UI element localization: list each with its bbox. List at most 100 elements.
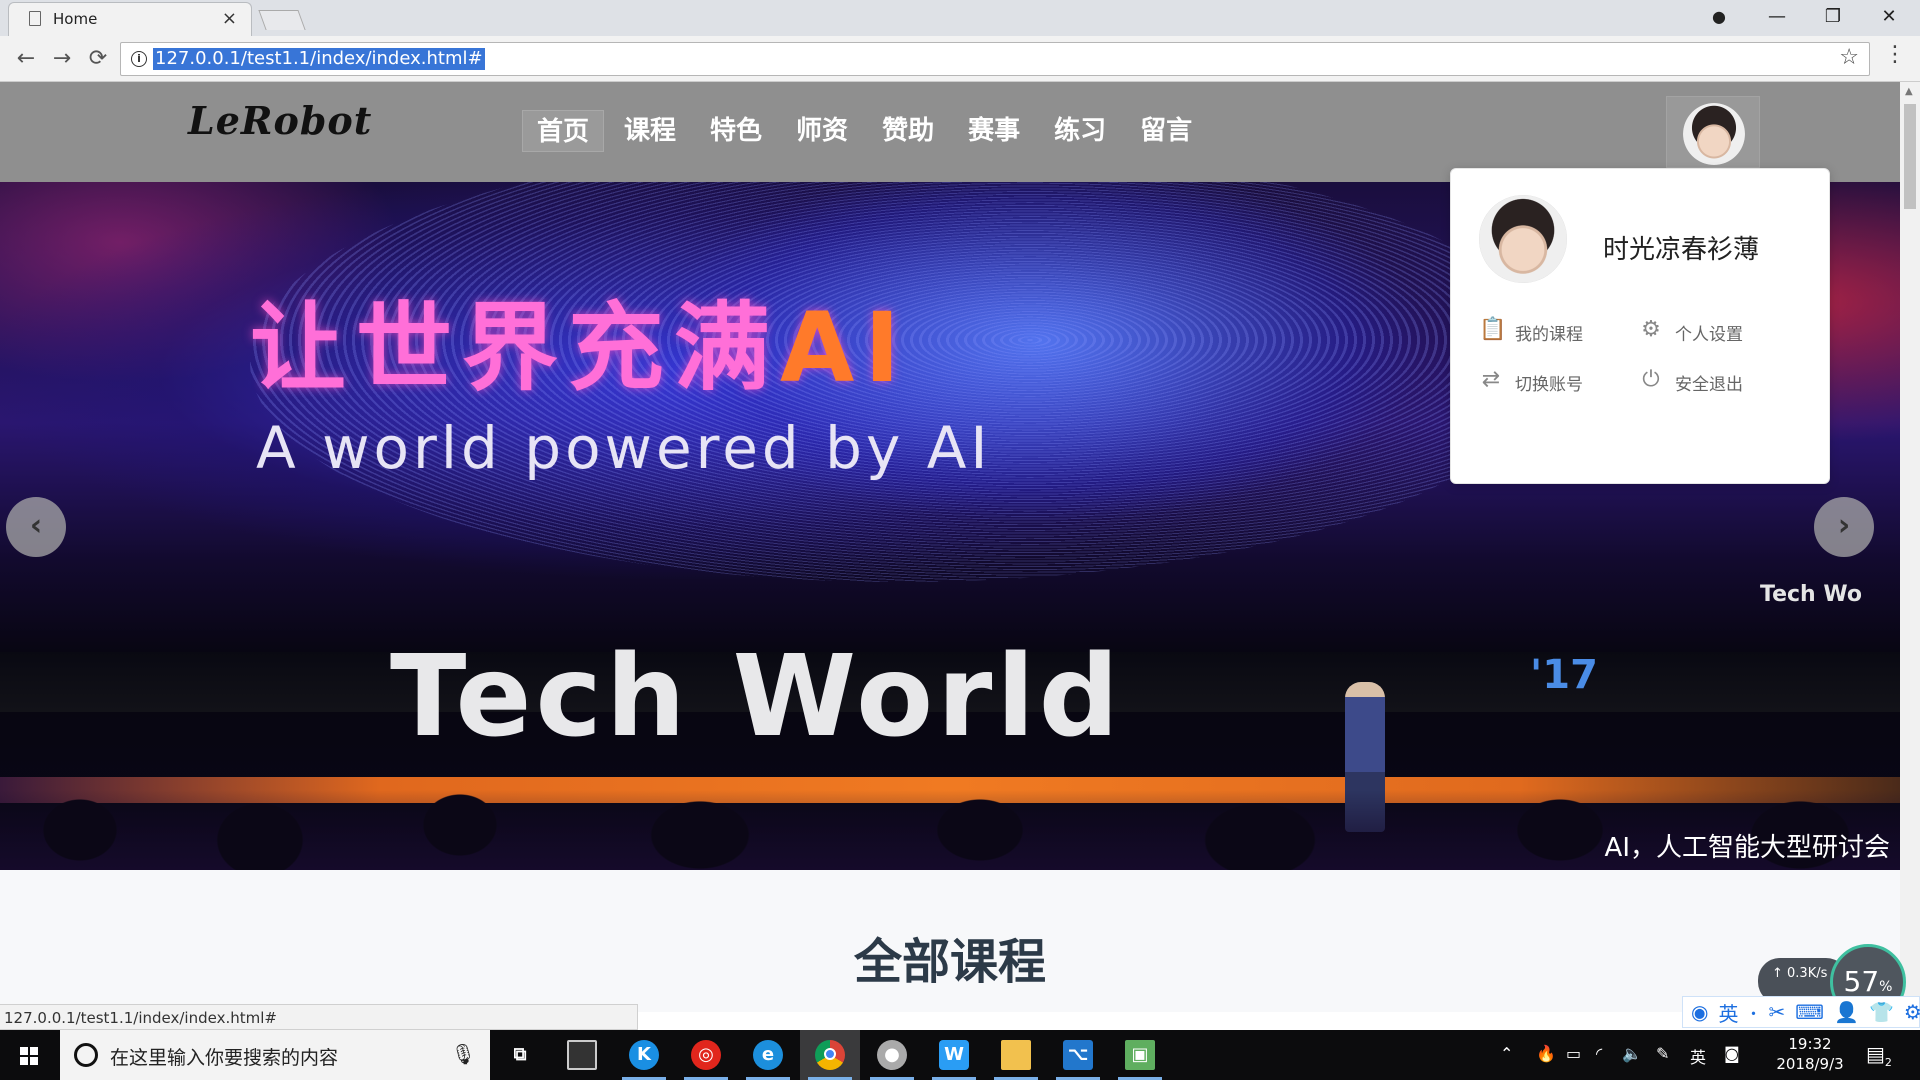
banner-cn-headline-main: 让世界充满 (250, 292, 780, 404)
taskbar-app-vscode[interactable]: ⌥ (1048, 1030, 1108, 1080)
page-scrollbar[interactable]: ▲ (1900, 82, 1920, 1012)
carousel-prev-button[interactable]: ‹ (6, 497, 66, 557)
back-button[interactable]: ← (10, 44, 42, 74)
nav-teachers[interactable]: 师资 (782, 110, 862, 152)
keyboard-icon[interactable]: ⌨ (1795, 1000, 1824, 1024)
menu-settings-label: 个人设置 (1675, 325, 1743, 345)
link-status-bubble: 127.0.0.1/test1.1/index/index.html# (0, 1004, 638, 1030)
taskbar-app-terminal[interactable] (552, 1030, 612, 1080)
gauge-value: 57 (1843, 965, 1880, 998)
browser-tab[interactable]: Home × (8, 2, 252, 36)
restore-button[interactable]: ❐ (1808, 2, 1858, 32)
menu-my-courses[interactable]: 📋 我的课程 (1479, 317, 1629, 347)
address-bar[interactable]: i 127.0.0.1/test1.1/index/index.html# ☆ (120, 42, 1870, 76)
user-avatar-button[interactable] (1666, 96, 1760, 168)
tab-title: Home (53, 10, 98, 28)
windows-taskbar: 在这里输入你要搜索的内容 🎙 ⧉ K ◎ e ● W ⌥ ▣ ⌃ 🔥 ▭ ◜ 🔈… (0, 1030, 1920, 1080)
browser-menu-icon[interactable]: ⋮ (1884, 42, 1906, 67)
tab-close-icon[interactable]: × (222, 8, 237, 29)
banner-stage-year: '17 (1530, 652, 1598, 698)
start-button[interactable] (0, 1030, 60, 1080)
taskbar-search[interactable]: 在这里输入你要搜索的内容 🎙 (60, 1030, 490, 1080)
taskbar-app-remote[interactable]: ▣ (1110, 1030, 1170, 1080)
minimize-button[interactable]: — (1752, 2, 1802, 32)
pen-icon[interactable]: ✎ (1656, 1044, 1669, 1063)
netease-music-icon: ◎ (691, 1040, 721, 1070)
user-icon[interactable]: 👤 (1834, 1000, 1859, 1024)
bookmark-star-icon[interactable]: ☆ (1839, 45, 1859, 70)
nav-practice[interactable]: 练习 (1040, 110, 1120, 152)
tray-expand-icon[interactable]: ⌃ (1500, 1044, 1513, 1063)
battery-icon[interactable]: ▭ (1566, 1044, 1581, 1063)
tray-app-icon[interactable]: 🔥 (1536, 1044, 1556, 1063)
menu-logout-label: 安全退出 (1675, 375, 1743, 395)
gear-icon: ⚙ (1641, 317, 1661, 342)
taskbar-app-chrome[interactable] (800, 1030, 860, 1080)
section-title: 全部课程 (853, 934, 1046, 990)
reload-button[interactable]: ⟳ (82, 44, 114, 74)
ime-lang[interactable]: 英 (1718, 998, 1738, 1027)
close-window-button[interactable]: ✕ (1864, 2, 1914, 32)
taskbar-app-kugou[interactable]: K (614, 1030, 674, 1080)
banner-en-headline: A world powered by AI (256, 414, 992, 482)
nav-courses[interactable]: 课程 (610, 110, 690, 152)
nav-home[interactable]: 首页 (522, 110, 605, 152)
main-nav: 首页 课程 特色 师资 赞助 赛事 练习 留言 (522, 110, 1212, 152)
taskbar-app-editor[interactable]: W (924, 1030, 984, 1080)
site-header: LeRobot 首页 课程 特色 师资 赞助 赛事 练习 留言 (0, 82, 1900, 182)
menu-settings[interactable]: ⚙ 个人设置 (1639, 317, 1789, 347)
ime-logo-icon[interactable]: ◉ (1691, 1000, 1708, 1024)
menu-switch-account[interactable]: ⇄ 切换账号 (1479, 367, 1629, 397)
site-logo[interactable]: LeRobot (188, 98, 372, 143)
writer-icon: W (939, 1040, 969, 1070)
settings-icon[interactable]: ⚙ (1904, 1000, 1920, 1024)
nav-competitions[interactable]: 赛事 (954, 110, 1034, 152)
taskbar-app-game[interactable]: ● (862, 1030, 922, 1080)
chrome-icon (815, 1040, 845, 1070)
wifi-icon[interactable]: ◜ (1596, 1044, 1602, 1063)
new-tab-button[interactable] (258, 10, 306, 30)
task-view-button[interactable]: ⧉ (490, 1030, 550, 1080)
menu-switch-account-label: 切换账号 (1515, 375, 1583, 395)
taskbar-app-browser-e[interactable]: e (738, 1030, 798, 1080)
ime-tray-icon[interactable]: ◙ (1724, 1044, 1740, 1063)
user-dropdown: 时光凉春衫薄 📋 我的课程 ⚙ 个人设置 ⇄ 切换账号 ⏻ 安全退出 (1450, 168, 1830, 484)
scrollbar-thumb[interactable] (1904, 104, 1916, 209)
banner-side-text: Tech Wo (1760, 582, 1862, 607)
menu-logout[interactable]: ⏻ 安全退出 (1639, 367, 1789, 397)
terminal-icon (567, 1040, 597, 1070)
nav-sponsors[interactable]: 赞助 (868, 110, 948, 152)
clipboard-icon: 📋 (1479, 317, 1507, 342)
volume-icon[interactable]: 🔈 (1622, 1044, 1642, 1063)
url-text[interactable]: 127.0.0.1/test1.1/index/index.html# (153, 48, 485, 70)
tray-lang[interactable]: 英 (1690, 1044, 1706, 1068)
menu-my-courses-label: 我的课程 (1515, 325, 1583, 345)
browser-titlebar: Home × ● — ❐ ✕ (0, 0, 1920, 36)
vscode-icon: ⌥ (1063, 1040, 1093, 1070)
taskbar-app-explorer[interactable] (986, 1030, 1046, 1080)
ime-punct-icon[interactable]: ･ (1748, 998, 1758, 1027)
search-placeholder: 在这里输入你要搜索的内容 (110, 1047, 339, 1069)
task-view-icon: ⧉ (513, 1044, 527, 1065)
site-info-icon[interactable]: i (131, 51, 147, 67)
nav-messages[interactable]: 留言 (1126, 110, 1206, 152)
banner-cn-headline: 让世界充满AI (250, 270, 910, 409)
carousel-next-button[interactable]: › (1814, 497, 1874, 557)
banner-cn-headline-ai: AI (780, 292, 911, 404)
notification-center-icon[interactable]: ▤2 (1866, 1042, 1896, 1069)
skin-icon[interactable]: 👕 (1869, 1000, 1894, 1024)
profile-icon[interactable]: ● (1694, 2, 1744, 32)
browser-toolbar: ← → ⟳ i 127.0.0.1/test1.1/index/index.ht… (0, 36, 1920, 82)
scroll-up-icon[interactable]: ▲ (1905, 86, 1913, 97)
banner-stage-text: Tech World (390, 632, 1123, 762)
taskbar-clock[interactable]: 19:32 2018/9/3 (1770, 1034, 1850, 1074)
microphone-icon[interactable]: 🎙 (451, 1042, 476, 1066)
avatar (1683, 103, 1745, 165)
taskbar-app-netease-music[interactable]: ◎ (676, 1030, 736, 1080)
nav-features[interactable]: 特色 (696, 110, 776, 152)
scissors-icon[interactable]: ✂ (1768, 1000, 1785, 1024)
game-icon: ● (877, 1040, 907, 1070)
user-avatar (1479, 195, 1567, 283)
forward-button[interactable]: → (46, 44, 78, 74)
user-name: 时光凉春衫薄 (1603, 235, 1760, 265)
